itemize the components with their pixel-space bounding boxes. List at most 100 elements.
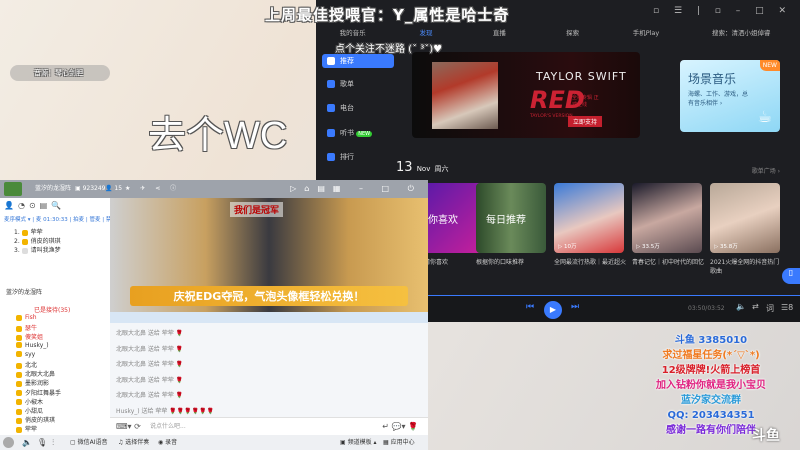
user-list-item[interactable]: Fish [16, 314, 37, 321]
sidebar-item-playlist[interactable]: 歌单 [322, 77, 394, 91]
tab-live[interactable]: 直播 [463, 27, 536, 37]
user-list-item[interactable]: 荦荦 [16, 424, 37, 433]
role-icon [16, 325, 22, 332]
playlist-card[interactable]: 每日推荐 [476, 183, 546, 253]
user-count: 👤 15 [105, 185, 123, 192]
player-bar: ⏮ ▶ ⏭ 03:50/03:52 🔈 ⇄ 词 ☰8 [426, 295, 800, 322]
chat-message: 北眼大北鼻 送给 荦荦 🌹 [116, 330, 184, 337]
avatar[interactable] [3, 437, 14, 448]
banner-slogan: 庆祝EDG夺冠，气泡头像框轻松兑换！ [130, 286, 408, 306]
sidebar-item-radio[interactable]: 电台 [322, 101, 394, 115]
accompaniment-button[interactable]: ♫ 选择伴奏 [118, 435, 149, 450]
avatar[interactable] [4, 182, 22, 196]
queue-item[interactable]: 1. 荦荦 [14, 227, 43, 236]
user-name: 傻笑姐 [25, 334, 44, 342]
user-list-item[interactable]: 俏皮的琪琪 [16, 415, 55, 424]
card-caption: 2021火爆全网的抖音热门歌曲 [710, 259, 780, 275]
role-icon [16, 351, 22, 358]
user-list-item[interactable]: 瑟牛 [16, 323, 37, 332]
promo-line: 蓝汐家交流群 [681, 395, 741, 406]
card-title: 你喜欢 [428, 215, 458, 226]
promo-line: 12级牌牌!火箭上榜首 [661, 365, 761, 376]
playlist-card[interactable]: ▷ 35.8万 [710, 183, 780, 253]
user-name: syy [25, 350, 36, 358]
bottom-toolbar: 🔈🎙⫶ ▢ 微信AI语音 ♫ 选择伴奏 ◉ 录音 ▣ 频道模板 ▴ ▦ 应用中心 [0, 435, 428, 450]
app-center-label: 应用中心 [390, 439, 415, 446]
user-list-item[interactable]: syy [16, 351, 35, 358]
queue-item[interactable]: 3. 请叫我渔梦 [14, 245, 61, 254]
chat-message: 北眼大北鼻 送给 荦荦 🌹 [116, 392, 184, 399]
channel-group[interactable]: 已是接待(35) [34, 305, 70, 314]
user-list-item[interactable]: 北北 [16, 360, 37, 369]
chat-input[interactable]: 说点什么吧... [150, 418, 186, 436]
user-list-item[interactable]: 墨影润影 [16, 378, 49, 387]
card-caption: 根据你的口味推荐 [476, 259, 525, 266]
promo-banner[interactable]: TAYLOR SWIFT RED TAYLOR'S VERSION 全新专辑 正… [412, 52, 640, 138]
role-icon [16, 408, 22, 415]
mobile-icon[interactable]: ▯ [782, 268, 800, 284]
promo-line: 求过福星任务(*ˊ▽ˋ*) [662, 350, 760, 361]
brb-caption: 去个WC [148, 115, 288, 157]
mic-mode-bar[interactable]: 麦序模式 ▾ | 麦 01:30:33 | 拍麦 | 管麦 | 禁麦 [4, 215, 117, 223]
header-action-icons[interactable]: ★ ✈ ⋖ ⓘ [125, 180, 180, 198]
card-caption: 全网最流行热歌｜最近超火 [554, 259, 627, 266]
emoji-icon[interactable]: ⌨▾ ⟳ [116, 418, 141, 436]
record-button[interactable]: ◉ 录音 [158, 435, 177, 450]
play-button[interactable]: ▶ [544, 301, 562, 319]
sidebar-item-audiobook[interactable]: 听书 NEW [322, 126, 394, 140]
promo-line: 斗鱼 3385010 [674, 335, 748, 346]
user-name: 瑟牛 [25, 325, 38, 333]
new-badge: NEW [356, 131, 373, 137]
audio-controls[interactable]: 🔈🎙⫶ [22, 435, 59, 450]
best-gifter-caption: 上周最佳授喂官：Y_属性是哈士奇 [265, 6, 510, 24]
user-list-item[interactable]: 傻笑姐 [16, 332, 43, 341]
lyrics-button[interactable]: 词 [766, 303, 774, 314]
queue-count: 8 [788, 303, 794, 312]
user-list-item[interactable]: Husky_) [16, 342, 49, 349]
queue-item[interactable]: 2. 俏皮的琪琪 [14, 236, 61, 245]
channel-tree-root[interactable]: 蓝汐的龙湿阵 [6, 287, 42, 296]
tab-explore[interactable]: 探索 [536, 27, 609, 37]
date-heading: 13 Nov 周六 [396, 160, 449, 175]
sidebar-label: 排行 [340, 153, 354, 161]
playlist-square-link[interactable]: 歌单广场 › [752, 166, 780, 175]
app-center-button[interactable]: ▦ 应用中心 [383, 435, 415, 450]
send-icons[interactable]: ↵ 💬▾ 🌹 [382, 418, 418, 436]
user-list-item[interactable]: 小甜瓜 [16, 406, 43, 415]
user-list-item[interactable]: 小椒木 [16, 397, 43, 406]
queue-name: 俏皮的琪琪 [30, 238, 61, 245]
template-button[interactable]: ▣ 频道模板 ▴ [340, 435, 377, 450]
scene-music-card[interactable]: 场景音乐 海螺、工作、游戏，总有音乐相伴 › NEW ☕ [680, 60, 780, 132]
window-controls[interactable]: ▷⌂▤▦ – □ ⏻ [290, 180, 422, 198]
user-name: 北眼大北鼻 [25, 371, 56, 379]
edg-promo-banner[interactable]: 我们是冠军 庆祝EDG夺冠，气泡头像框轻松兑换！ [110, 198, 428, 312]
record-label: 录音 [165, 439, 178, 446]
playlist-card[interactable]: ▷ 10万 [554, 183, 624, 253]
playlist-icon [327, 80, 335, 88]
search-box[interactable]: 搜索：清洒小姐倬睿 [683, 27, 800, 37]
playlist-card[interactable]: ▷ 33.5万 [632, 183, 702, 253]
support-button[interactable]: 立即支持 [568, 116, 603, 127]
toolbar-icons[interactable]: 👤◔⊙▤🔍 [4, 201, 65, 210]
window-controls[interactable]: ▫ ☰ | ▫ – □ ✕ [653, 6, 792, 16]
room-id: ▣ 923249 [75, 185, 106, 192]
user-name: 小椒木 [25, 398, 44, 406]
sidebar-item-charts[interactable]: 排行 [322, 150, 394, 164]
tab-discover[interactable]: 发现 [389, 27, 462, 37]
chat-message: Husky_) 送给 荦荦 🌹🌹🌹🌹🌹🌹 [116, 407, 215, 415]
voice-chat-window: 蓝汐的龙湿阵 ▣ 923249 👤 15 ★ ✈ ⋖ ⓘ ▷⌂▤▦ – □ ⏻ … [0, 180, 428, 450]
volume-icon[interactable]: 🔈 [736, 302, 746, 311]
next-icon[interactable]: ⏭ [571, 302, 579, 312]
ai-voice-button[interactable]: ▢ 微信AI语音 [70, 435, 107, 450]
previous-icon[interactable]: ⏮ [526, 302, 534, 312]
user-list-item[interactable]: 北眼大北鼻 [16, 369, 55, 378]
tab-mobile-play[interactable]: 手机Play [609, 27, 682, 37]
queue-button[interactable]: ☰8 [781, 303, 793, 312]
loop-icon[interactable]: ⇄ [752, 302, 759, 311]
user-list-item[interactable]: 夕阳红舞暴手 [16, 388, 61, 397]
music-note-icon [327, 57, 335, 65]
sidebar-item-recommend[interactable]: 推荐 [322, 54, 394, 68]
tab-my-music[interactable]: 我的音乐 [316, 27, 389, 37]
role-icon [16, 371, 22, 378]
room-number: 923249 [82, 185, 106, 192]
